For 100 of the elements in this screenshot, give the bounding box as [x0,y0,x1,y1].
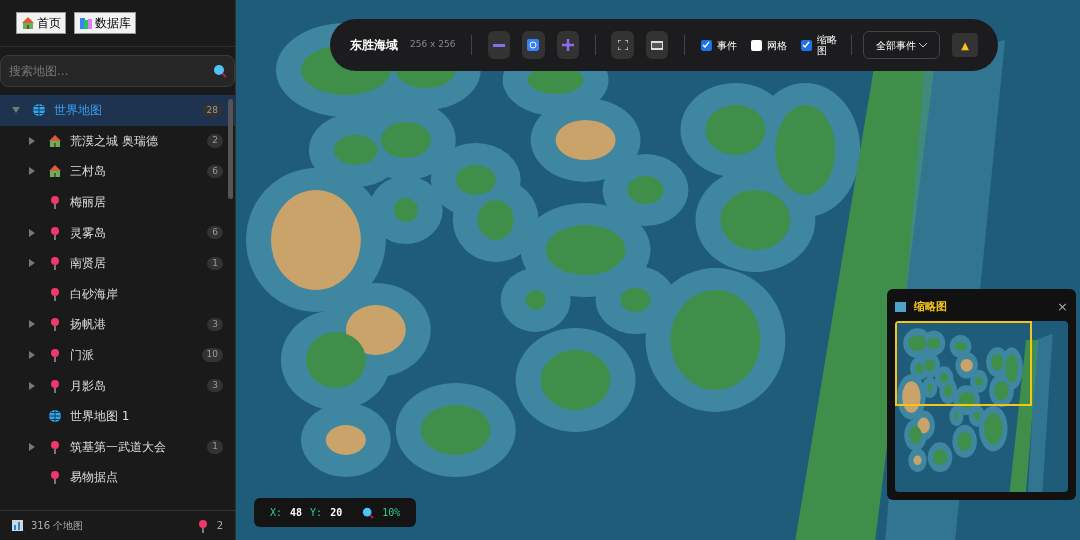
map-title: 东胜海域 [350,37,398,54]
house-icon [48,164,62,179]
reset-button[interactable] [522,31,545,59]
chart-icon [12,520,23,531]
pin-icon [49,286,61,301]
zoom-level: 10% [382,506,401,520]
tree-item-label: 扬帆港 [70,316,107,334]
screenshot-button[interactable] [645,31,668,59]
tree-item[interactable]: 易物据点 [0,462,235,493]
tree-item-label: 世界地图 1 [70,408,131,426]
tree-item[interactable]: 南贤居 1 [0,247,235,279]
tree-item-label: 门派 [70,347,95,365]
tree-item-label: 三村岛 [70,163,107,181]
warning-button[interactable]: ▲ [952,33,978,57]
count-badge: 1 [207,256,223,270]
fullscreen-button[interactable] [611,31,634,59]
globe-icon [48,409,62,424]
house-icon [21,16,35,30]
checkbox[interactable] [700,39,712,51]
close-button[interactable]: × [1057,297,1068,317]
tree-item[interactable]: 荒漠之城 奥瑞德 2 [0,125,235,157]
zoom-out-button[interactable] [488,31,511,59]
scrollbar[interactable] [228,99,233,199]
checkbox[interactable] [800,39,812,51]
search-icon [362,506,375,519]
globe-icon [32,103,46,118]
pin-icon [49,256,61,271]
caret-icon[interactable] [28,228,36,237]
minus-icon [493,43,506,47]
y-label: Y: [310,506,323,520]
count-badge: 1 [207,440,223,454]
tree-item[interactable]: 世界地图 1 [0,400,235,432]
minimap-title: 缩略图 [914,298,948,315]
pin-icon [49,470,61,485]
tree-item-label: 筑基第一武道大会 [70,438,167,456]
tree-item[interactable]: 灵雾岛 6 [0,217,235,248]
search-icon[interactable] [213,64,227,78]
count-badge: 3 [207,378,223,393]
tree-item-label: 易物据点 [70,469,119,487]
tree-item[interactable]: 三村岛 6 [0,156,235,187]
fullscreen-icon [617,40,628,50]
caret-icon[interactable] [28,167,36,176]
pin-icon [49,378,61,393]
x-value: 48 [290,506,303,520]
pin-icon [196,518,209,533]
count-badge: 3 [207,317,223,332]
viewport-frame[interactable] [895,321,1032,406]
chevron-down-icon [919,42,928,48]
tree-item-label: 月影岛 [70,377,107,395]
map-size: 256 x 256 [410,38,456,52]
tree-item[interactable]: 门派 10 [0,339,235,371]
tree-item-label: 南贤居 [70,255,107,273]
check-icon [702,41,711,49]
nav-button[interactable]: 首页 [16,12,66,34]
caret-icon[interactable] [28,442,36,451]
x-label: X: [270,506,283,520]
tree-item[interactable]: 白砂海岸 [0,278,235,310]
tree-item-label: 世界地图 [54,102,103,120]
tree-item[interactable]: 梅丽居 [0,186,235,218]
count-badge: 2 [207,134,223,148]
pin-icon [49,317,61,332]
pin-count: 2 [216,519,223,533]
checkbox-label: 网格 [766,39,788,51]
caret-icon[interactable] [12,106,20,115]
caret-icon[interactable] [28,351,36,360]
tree-item-label: 白砂海岸 [70,285,119,303]
pin-icon [49,439,61,454]
pin-icon [49,195,61,210]
tree-item[interactable]: 扬帆港 3 [0,309,235,340]
refresh-icon [527,39,540,51]
film-icon [650,40,663,50]
event-filter-select[interactable]: 全部事件 [863,31,941,59]
count-badge: 6 [207,225,223,240]
caret-icon[interactable] [28,259,36,268]
nav-button[interactable]: 数据库 [74,12,136,34]
count-badge: 10 [201,348,223,362]
map-count: 316 个地图 [31,519,85,533]
tree-item[interactable]: 月影岛 3 [0,370,235,401]
books-icon [79,16,93,30]
tree-item[interactable]: 世界地图 28 [0,95,235,126]
checkbox-label: 事件 [716,39,738,51]
map-icon [895,302,906,312]
pin-icon [49,225,61,240]
search-field[interactable]: 搜索地图... [0,55,235,87]
tree-item-label: 荒漠之城 奥瑞德 [70,132,159,150]
tree-item[interactable]: 筑基第一武道大会 1 [0,431,235,463]
checkbox-label: 缩略图 [816,34,838,56]
plus-icon [561,39,574,51]
zoom-in-button[interactable] [556,31,579,59]
tree-item-label: 灵雾岛 [70,224,107,242]
checkbox[interactable] [750,39,762,51]
check-icon [802,41,811,49]
y-value: 20 [330,506,343,520]
caret-icon[interactable] [28,320,36,329]
pin-icon [49,348,61,363]
caret-icon[interactable] [28,136,36,145]
caret-icon[interactable] [28,381,36,390]
house-icon [48,133,62,148]
tree-item-label: 梅丽居 [70,194,107,212]
count-badge: 6 [207,164,223,179]
